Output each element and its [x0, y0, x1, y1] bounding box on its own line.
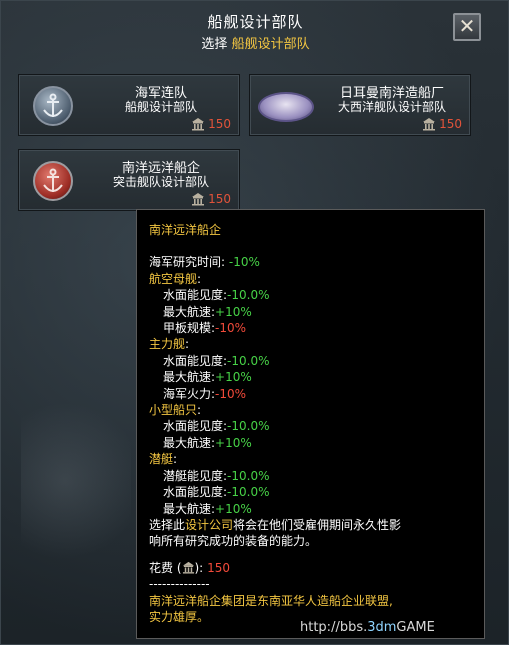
description-line-2: 响所有研究成功的装备的能力。 [149, 534, 318, 549]
anchor-icon [33, 86, 73, 126]
stat-row: 甲板规模:-10% [163, 321, 247, 336]
cost-building-icon [192, 193, 204, 206]
card-subtitle: 大西洋舰队设计部队 [337, 100, 446, 114]
stat-row: 最大航速:+10% [163, 501, 252, 516]
stat-row: 最大航速:+10% [163, 435, 252, 450]
watermark: http://bbs.3dmGAME [300, 620, 435, 635]
anchor-red-icon [33, 161, 73, 201]
panel-title: 船舰设计部队 [207, 13, 304, 31]
card-nanyang-shipping[interactable]: 南洋远洋船企 突击舰队设计部队 150 [18, 149, 240, 211]
tooltip-divider: -------------- [149, 577, 210, 592]
stat-row: 水面能见度:-10.0% [163, 288, 270, 303]
stat-row: 海军火力:-10% [163, 386, 247, 401]
category-submarine: 潜艇: [149, 452, 178, 467]
card-cost: 150 [439, 117, 462, 131]
stat-row: 水面能见度:-10.0% [163, 419, 270, 434]
stat-row: 最大航速:+10% [163, 370, 252, 385]
flavor-line-1: 南洋远洋船企集团是东南亚华人造船企业联盟, [149, 593, 393, 608]
tooltip-title: 南洋远洋船企 [149, 223, 222, 237]
card-cost: 150 [208, 192, 231, 206]
category-capital: 主力舰: [149, 337, 190, 352]
cost-row: 花费 ( ): 150 [149, 560, 230, 575]
card-subtitle: 船舰设计部队 [124, 100, 197, 114]
stat-value: -10% [228, 255, 260, 270]
card-germania-shipyard[interactable]: 日耳曼南洋造船厂 大西洋舰队设计部队 150 [249, 74, 471, 136]
stat-row: 最大航速:+10% [163, 304, 252, 319]
cost-building-icon [192, 118, 204, 131]
subtitle-prefix: 选择 [201, 37, 228, 52]
stat-row: 水面能见度:-10.0% [163, 353, 270, 368]
company-tooltip: 南洋远洋船企 海军研究时间: -10% 航空母舰: 水面能见度:-10.0% 最… [136, 209, 485, 639]
card-subtitle: 突击舰队设计部队 [112, 175, 209, 189]
close-button[interactable]: ✕ [453, 13, 481, 41]
category-screen: 小型船只: [149, 403, 202, 418]
stat-row: 水面能见度:-10.0% [163, 485, 270, 500]
close-x-icon: ✕ [458, 14, 476, 38]
cost-building-icon [423, 118, 435, 131]
naval-research-row: 海军研究时间: -10% [149, 254, 476, 270]
cost-building-icon [182, 561, 194, 574]
subtitle-accent: 船舰设计部队 [231, 37, 310, 52]
panel-subtitle: 选择 船舰设计部队 [1, 33, 509, 52]
category-carrier: 航空母舰: [149, 271, 202, 286]
stat-label: 海军研究时间: [149, 255, 226, 270]
card-cost: 150 [208, 117, 231, 131]
card-naval-company[interactable]: 海军连队 船舰设计部队 150 [18, 74, 240, 136]
description-line-1: 选择此设计公司将会在他们受雇佣期间永久性影 [149, 517, 402, 532]
stat-row: 潜艇能见度:-10.0% [163, 468, 270, 483]
seal-badge-icon [258, 92, 314, 122]
background-ornament [21, 381, 131, 581]
